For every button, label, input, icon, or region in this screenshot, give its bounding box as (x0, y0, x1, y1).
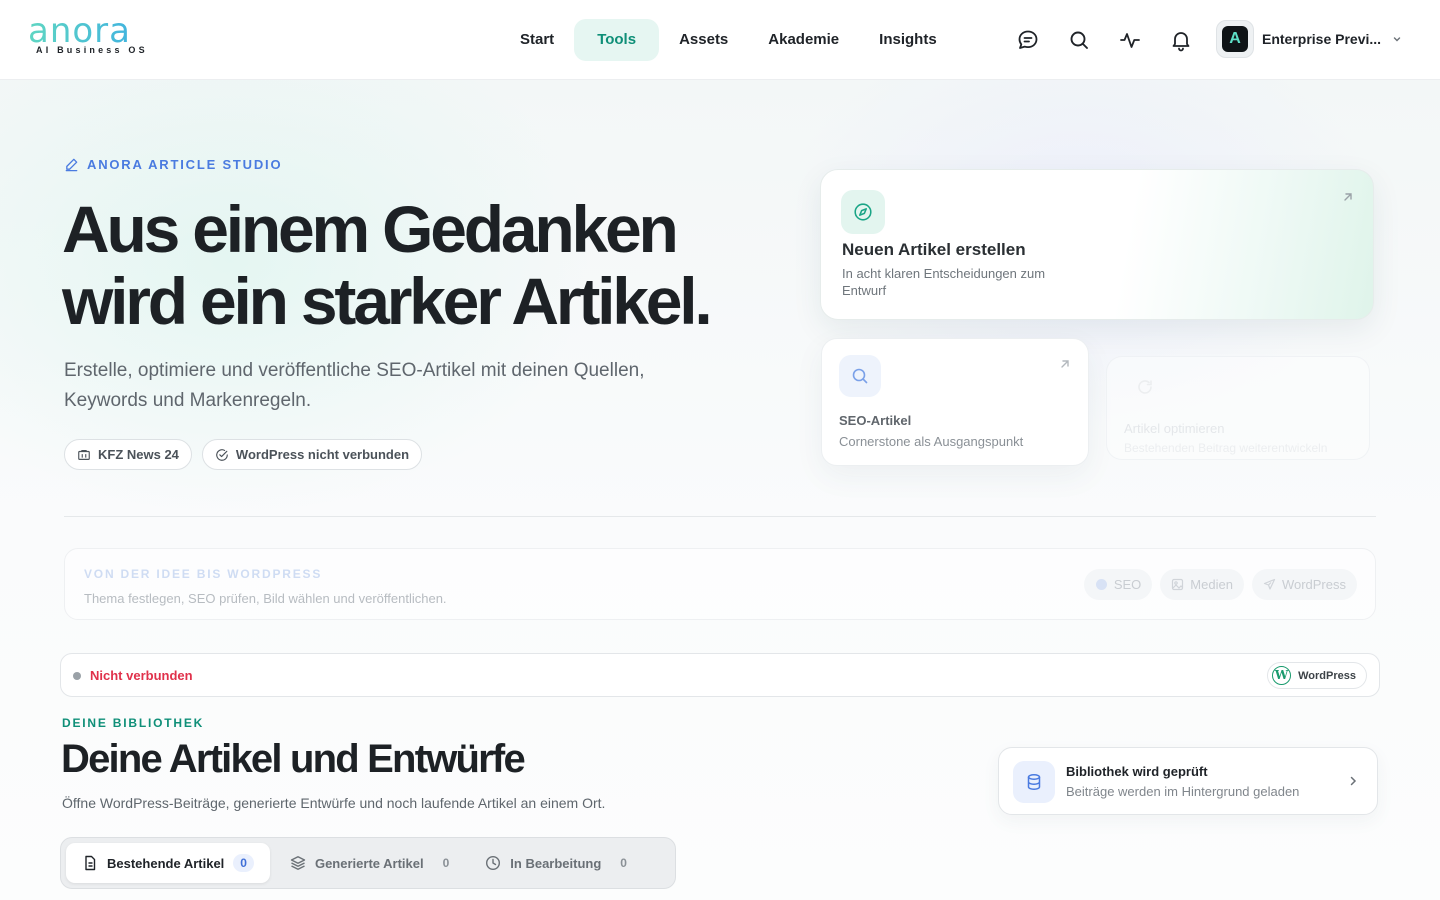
library-status-description: Beiträge werden im Hintergrund geladen (1066, 784, 1300, 799)
tab-generated-articles[interactable]: Generierte Artikel 0 (274, 843, 465, 883)
image-icon (1172, 578, 1184, 591)
compass-icon-box (841, 190, 885, 234)
tab-generated-articles-label: Generierte Artikel (314, 855, 424, 871)
avatar-letter: A (1222, 26, 1248, 52)
connection-status-bar: Nicht verbunden W WordPress (60, 653, 1380, 697)
status-dot (73, 672, 81, 680)
wordpress-badge-label: WordPress (1298, 669, 1356, 682)
send-icon (1263, 578, 1276, 590)
search-icon (852, 368, 868, 384)
top-header: anora AI Business OS Start Tools Assets … (0, 0, 1440, 80)
library-title: Deine Artikel und Entwürfe (61, 737, 526, 781)
new-article-title: Neuen Artikel erstellen (842, 240, 1026, 259)
arrow-up-right-icon (1344, 193, 1352, 201)
hero-title: Aus einem Gedanken wird ein starker Arti… (62, 193, 762, 337)
wordpress-status-chip-label: WordPress nicht verbunden (235, 447, 410, 462)
wordpress-logo-icon: W (1272, 666, 1292, 685)
account-avatar[interactable]: A (1216, 20, 1254, 58)
tab-in-progress[interactable]: In Bearbeitung 0 (469, 843, 643, 883)
library-eyebrow: DEINE BIBLIOTHEK (62, 716, 205, 730)
library-status-card[interactable]: Bibliothek wird geprüft Beiträge werden … (998, 747, 1378, 815)
workflow-chip-seo-label: SEO (1113, 577, 1142, 592)
nav-item-insights[interactable]: Insights (859, 19, 957, 61)
logo-tagline: AI Business OS (36, 45, 148, 55)
tab-existing-articles[interactable]: Bestehende Artikel 0 (66, 843, 270, 883)
database-icon-box (1013, 761, 1055, 803)
logo-wordmark: anora (28, 14, 168, 48)
wordpress-badge[interactable]: W WordPress (1267, 662, 1367, 689)
arrow-up-right-icon (1061, 360, 1069, 368)
compass-icon (854, 203, 872, 221)
workflow-chip-media: Medien (1160, 569, 1244, 600)
layers-icon (290, 856, 306, 870)
nav-item-tools[interactable]: Tools (574, 19, 660, 61)
tab-in-progress-count: 0 (620, 856, 627, 870)
nav-item-akademie[interactable]: Akademie (748, 19, 859, 61)
library-tabs: Bestehende Artikel 0 Generierte Artikel … (60, 837, 676, 889)
optimize-article-title: Artikel optimieren (1124, 421, 1225, 436)
document-icon (85, 855, 96, 871)
new-article-card[interactable]: Neuen Artikel erstellen In acht klaren E… (820, 169, 1374, 320)
nav-item-assets[interactable]: Assets (659, 19, 748, 61)
workflow-chip-media-label: Medien (1190, 577, 1233, 592)
hero-subtitle: Erstelle, optimiere und veröffentliche S… (64, 360, 645, 411)
seo-article-card[interactable]: SEO-Artikel Cornerstone als Ausgangspunk… (821, 338, 1089, 466)
workflow-chips: SEO Medien WordPress (1083, 569, 1357, 600)
workflow-description: Thema festlegen, SEO prüfen, Bild wählen… (84, 591, 447, 606)
chevron-right-icon (1350, 776, 1357, 786)
pencil-icon (65, 158, 78, 172)
search-icon[interactable] (1067, 28, 1091, 52)
building-icon (78, 449, 90, 460)
refresh-icon (1138, 380, 1152, 394)
anora-logo[interactable]: anora AI Business OS (28, 14, 168, 60)
library-status-title: Bibliothek wird geprüft (1066, 764, 1208, 779)
hero-chips: KFZ News 24 WordPress nicht verbunden (64, 439, 423, 470)
globe-icon (1095, 579, 1107, 590)
new-article-description: In acht klaren Entscheidungen zum Entwur… (842, 266, 1046, 298)
hero-title-line-2: wird ein starker Artikel. (62, 264, 713, 338)
bell-icon[interactable] (1169, 28, 1193, 52)
activity-icon[interactable] (1118, 28, 1142, 52)
project-chip-label: KFZ News 24 (98, 447, 179, 462)
optimize-article-description: Bestehenden Beitrag weiterentwickeln (1124, 441, 1328, 455)
chat-icon[interactable] (1016, 28, 1040, 52)
clock-icon (486, 855, 501, 871)
nav-item-start[interactable]: Start (500, 19, 574, 61)
workflow-strip: VON DER IDEE BIS WORDPRESS Thema festleg… (64, 548, 1376, 620)
database-icon (1027, 774, 1041, 790)
tab-generated-articles-count: 0 (442, 856, 450, 870)
chevron-down-icon[interactable] (1391, 33, 1403, 45)
project-chip[interactable]: KFZ News 24 (64, 439, 192, 470)
account-name[interactable]: Enterprise Previ... (1262, 31, 1382, 47)
hero-eyebrow-label: ANORA ARTICLE STUDIO (87, 157, 283, 172)
check-circle-icon (216, 448, 228, 461)
main-nav: Start Tools Assets Akademie Insights (500, 19, 957, 61)
library-subtitle: Öffne WordPress-Beiträge, generierte Ent… (62, 795, 606, 811)
tab-existing-articles-count: 0 (233, 854, 254, 872)
workflow-chip-seo: SEO (1083, 569, 1153, 600)
seo-article-title: SEO-Artikel (839, 413, 912, 428)
workflow-chip-wordpress-label: WordPress (1281, 577, 1346, 592)
connection-status-text: Nicht verbunden (90, 668, 193, 683)
section-divider (64, 516, 1376, 517)
hero-title-line-1: Aus einem Gedanken (62, 192, 679, 266)
tab-in-progress-label: In Bearbeitung (510, 855, 602, 871)
workflow-chip-wordpress: WordPress (1251, 569, 1357, 600)
tab-existing-articles-label: Bestehende Artikel (107, 855, 225, 871)
wordpress-status-chip[interactable]: WordPress nicht verbunden (201, 439, 423, 470)
optimize-article-card[interactable]: Artikel optimieren Bestehenden Beitrag w… (1106, 356, 1370, 460)
workflow-title: VON DER IDEE BIS WORDPRESS (84, 567, 323, 581)
hero-eyebrow: ANORA ARTICLE STUDIO (64, 157, 282, 172)
seo-article-description: Cornerstone als Ausgangspunkt (839, 434, 1024, 449)
search-icon-box (839, 355, 881, 397)
